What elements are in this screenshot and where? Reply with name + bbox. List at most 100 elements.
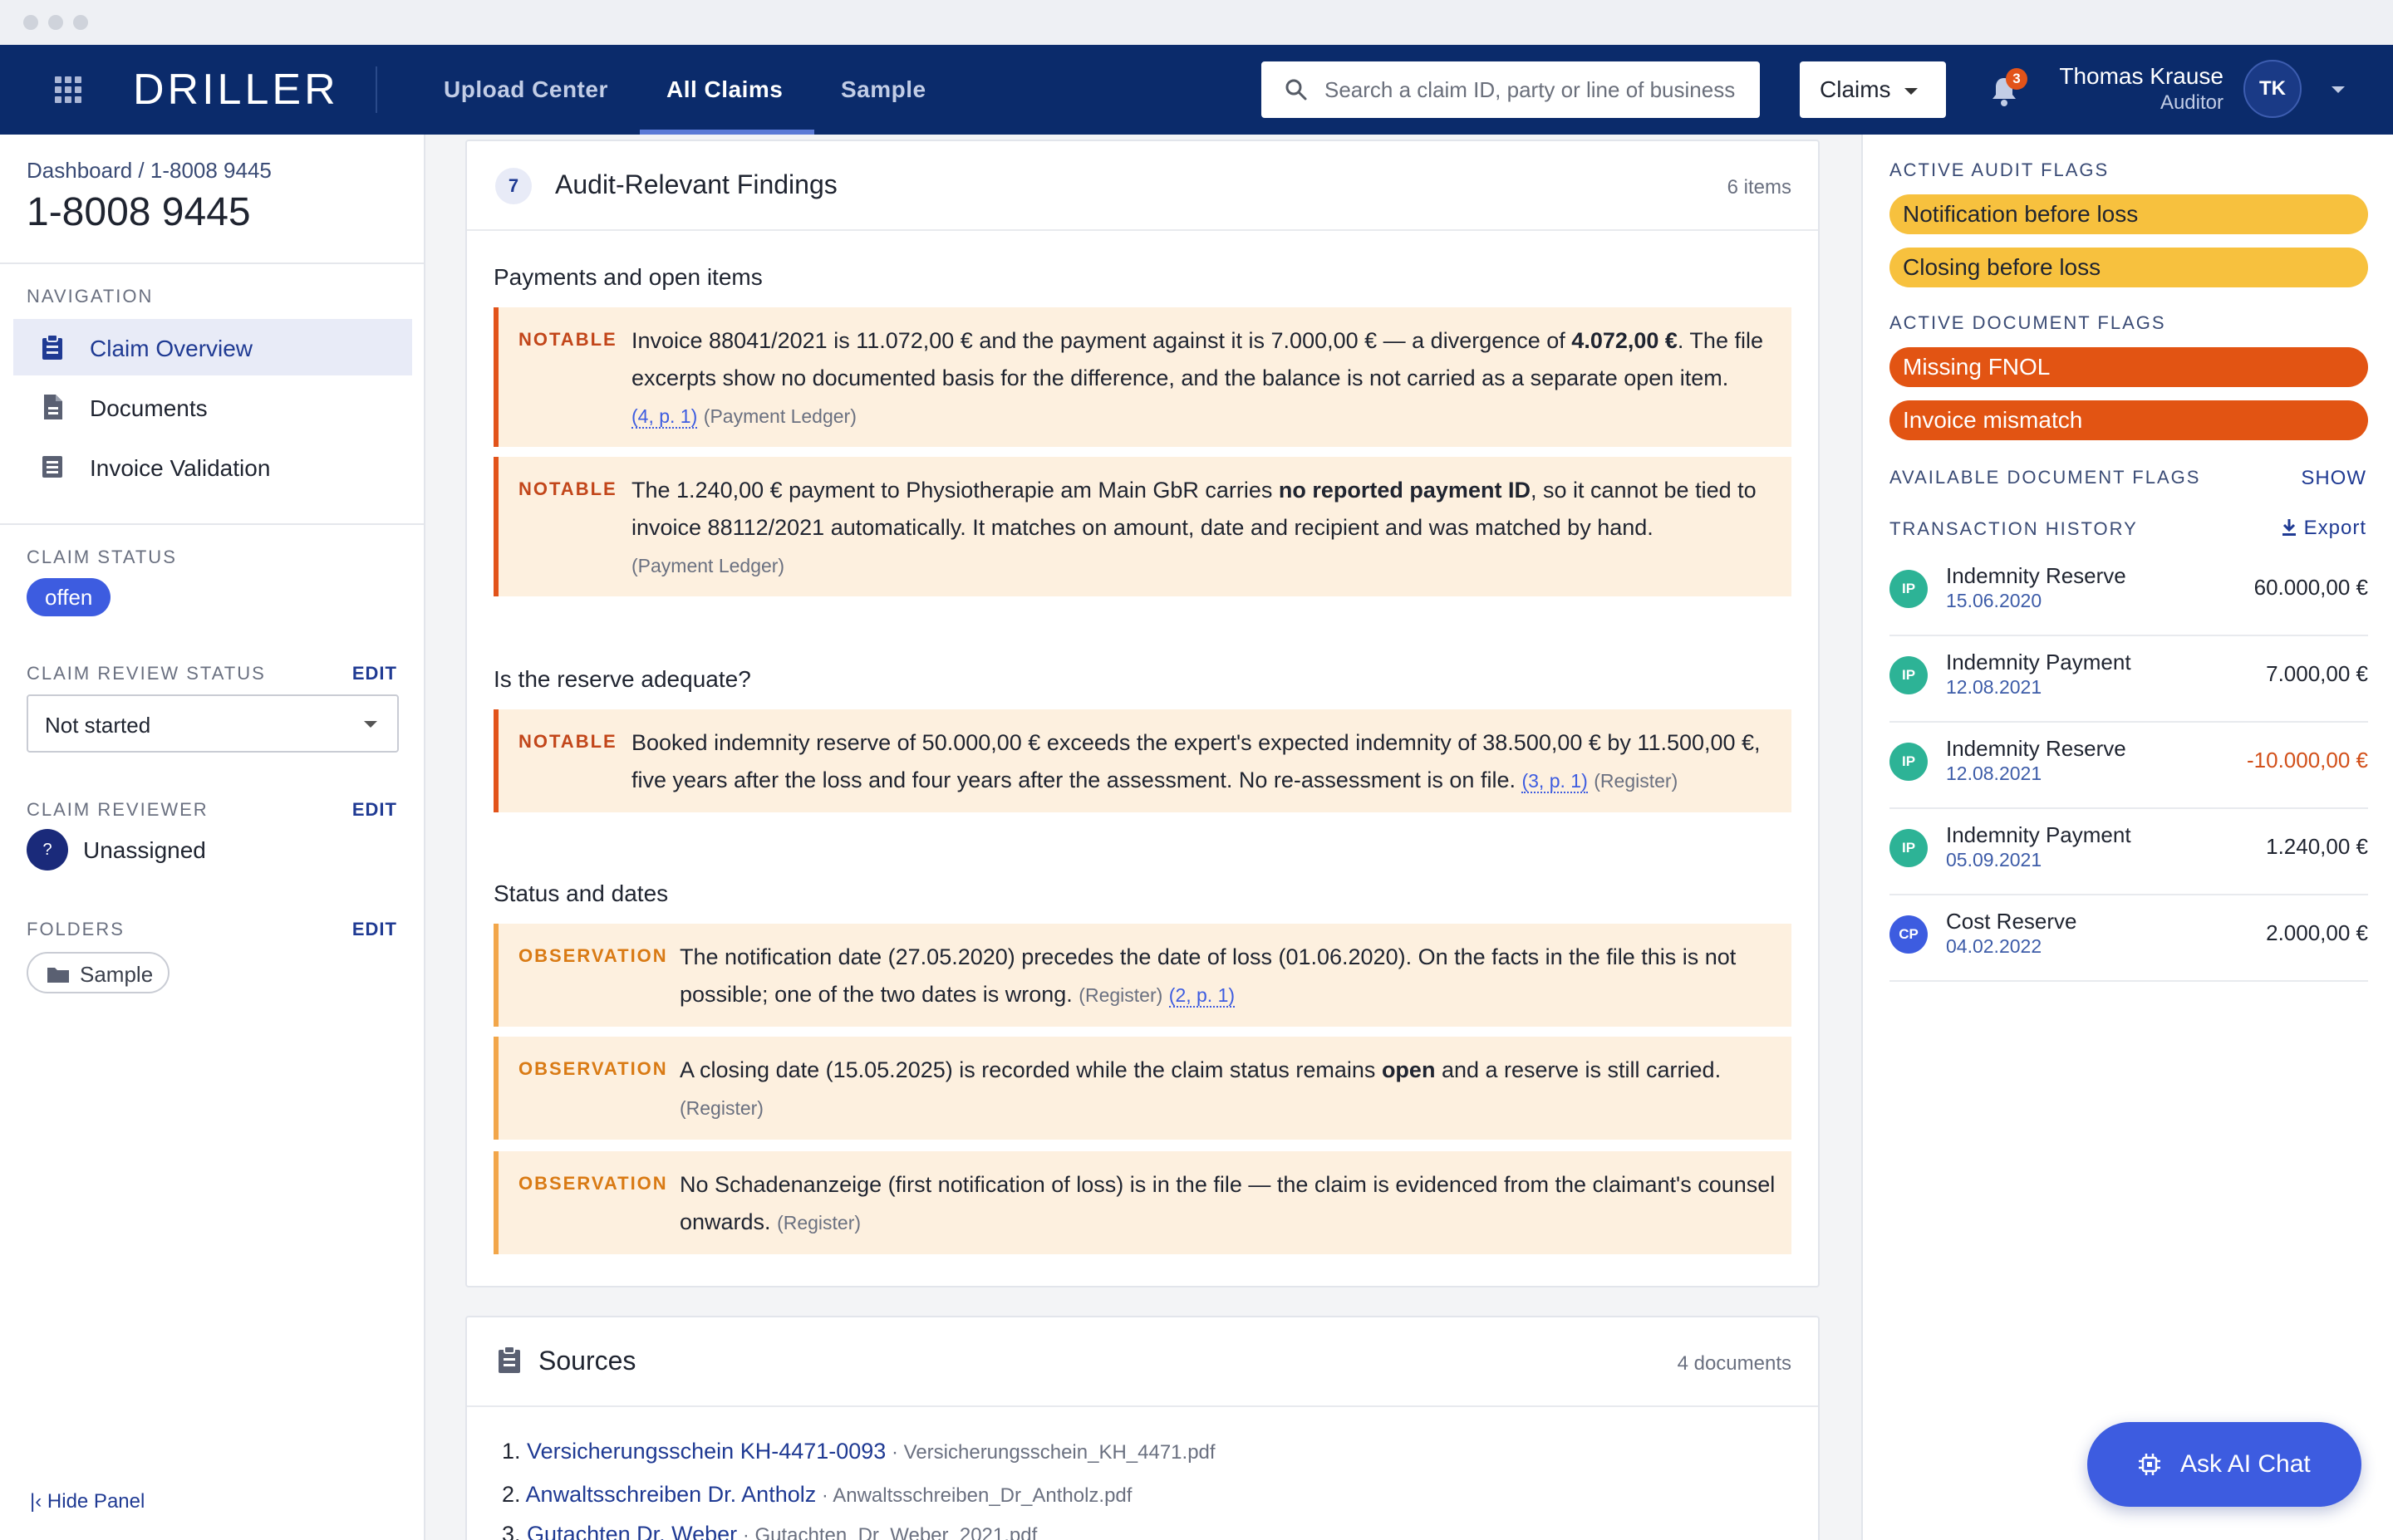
findings-count: 6 items [1727, 176, 1791, 199]
sidebar-item-claim-overview[interactable]: Claim Overview [13, 319, 412, 375]
transaction-type: Indemnity Payment [1946, 650, 2131, 674]
review-status-select[interactable]: Not started [27, 694, 399, 753]
edit-reviewer-button[interactable]: EDIT [352, 799, 397, 821]
transaction-amount: 2.000,00 € [2266, 920, 2368, 945]
review-status-value: Not started [45, 713, 151, 738]
claim-status-badge: offen [27, 578, 111, 616]
list-icon [42, 456, 62, 478]
transaction-amount: 60.000,00 € [2253, 575, 2368, 600]
transaction-type-badge: IP [1889, 829, 1928, 867]
transaction-row[interactable]: IP Indemnity Payment 05.09.2021 1.240,00… [1889, 809, 2368, 895]
top-navbar: DRILLER Upload Center All Claims Sample … [0, 45, 2393, 135]
nav-divider [376, 66, 377, 113]
show-flags-button[interactable]: SHOW [2301, 467, 2366, 490]
audit-flag[interactable]: Closing before loss [1889, 248, 2368, 287]
ask-ai-chat-button[interactable]: Ask AI Chat [2087, 1422, 2361, 1507]
finding-text: The notification date (27.05.2020) prece… [680, 944, 1737, 1008]
user-menu-chevron-icon[interactable] [2332, 86, 2345, 93]
search-input[interactable] [1324, 61, 1748, 118]
chip-icon [2139, 1454, 2160, 1475]
transaction-date: 04.02.2022 [1946, 935, 2042, 957]
audit-flags-label: ACTIVE AUDIT FLAGS [1889, 159, 2110, 180]
finding-item: OBSERVATION No Schadenanzeige (first not… [494, 1151, 1791, 1254]
sidebar-item-documents[interactable]: Documents [13, 379, 412, 435]
reviewer-label: CLAIM REVIEWER [27, 799, 209, 820]
finding-tag: OBSERVATION [518, 1173, 668, 1194]
transaction-amount: 1.240,00 € [2266, 834, 2368, 859]
finding-tag: NOTABLE [518, 329, 617, 350]
source-item: 2. Anwaltsschreiben Dr. Antholz · Anwalt… [502, 1482, 1133, 1507]
group-title-status-dates: Status and dates [494, 880, 669, 906]
transaction-type-badge: IP [1889, 570, 1928, 608]
app-grid-icon[interactable] [55, 76, 81, 103]
nav-sample[interactable]: Sample [841, 45, 926, 135]
window-chrome [0, 0, 2393, 45]
finding-source-ref: (Register) [777, 1212, 862, 1233]
export-button[interactable]: Export [2281, 517, 2366, 540]
folder-chip[interactable]: Sample [27, 952, 170, 993]
findings-header: 7 Audit-Relevant Findings 6 items [467, 141, 1818, 231]
sidebar-item-label: Claim Overview [90, 336, 253, 361]
document-flag[interactable]: Missing FNOL [1889, 347, 2368, 387]
transaction-type: Indemnity Payment [1946, 822, 2131, 847]
finding-item: NOTABLE Invoice 88041/2021 is 11.072,00 … [494, 307, 1791, 447]
download-icon [2282, 519, 2296, 536]
user-role: Auditor [2160, 91, 2223, 114]
finding-source-ref: (Register) [1594, 770, 1678, 792]
transaction-type-badge: IP [1889, 743, 1928, 781]
left-panel: Dashboard / 1-8008 9445 1-8008 9445 NAVI… [0, 135, 425, 1540]
nav-all-claims[interactable]: All Claims [666, 45, 783, 135]
reviewer-name: Unassigned [83, 837, 206, 863]
edit-folders-button[interactable]: EDIT [352, 919, 397, 940]
finding-citation-link[interactable]: (3, p. 1) [1521, 770, 1588, 793]
transaction-row[interactable]: IP Indemnity Reserve 15.06.2020 60.000,0… [1889, 550, 2368, 636]
sidebar-item-invoice-validation[interactable]: Invoice Validation [13, 439, 412, 495]
user-avatar[interactable]: TK [2243, 60, 2302, 118]
finding-text: No Schadenanzeige (first notification of… [680, 1172, 1776, 1234]
transaction-row[interactable]: IP Indemnity Reserve 12.08.2021 -10.000,… [1889, 723, 2368, 809]
nav-upload-center[interactable]: Upload Center [444, 45, 608, 135]
transaction-row[interactable]: IP Indemnity Payment 12.08.2021 7.000,00… [1889, 636, 2368, 723]
transaction-amount: 7.000,00 € [2266, 661, 2368, 686]
transaction-amount: -10.000,00 € [2246, 748, 2368, 772]
transaction-history-label: TRANSACTION HISTORY [1889, 518, 2138, 539]
findings-title: Audit-Relevant Findings [555, 169, 838, 199]
finding-item: NOTABLE Booked indemnity reserve of 50.0… [494, 709, 1791, 812]
document-flag[interactable]: Invoice mismatch [1889, 400, 2368, 440]
transaction-type-badge: CP [1889, 915, 1928, 954]
window-dot-close[interactable] [23, 15, 38, 30]
hide-panel-button[interactable]: |‹ Hide Panel [30, 1490, 145, 1513]
finding-source-ref: (Payment Ledger) [631, 555, 785, 576]
breadcrumb[interactable]: Dashboard / 1-8008 9445 [27, 158, 272, 184]
finding-citation-link[interactable]: (4, p. 1) [631, 405, 698, 429]
group-title-payments: Payments and open items [494, 264, 763, 290]
audit-flag[interactable]: Notification before loss [1889, 194, 2368, 234]
source-link[interactable]: Gutachten Dr. Weber [527, 1522, 737, 1540]
scope-select[interactable]: Claims [1800, 61, 1946, 118]
finding-item: OBSERVATION A closing date (15.05.2025) … [494, 1037, 1791, 1140]
findings-card: 7 Audit-Relevant Findings 6 items Paymen… [465, 140, 1820, 1287]
folder-icon [47, 968, 69, 983]
navigation-label: NAVIGATION [27, 286, 154, 307]
right-panel: ACTIVE AUDIT FLAGS Notification before l… [1861, 135, 2393, 1540]
window-dot-maximize[interactable] [73, 15, 88, 30]
finding-tag: OBSERVATION [518, 945, 668, 966]
divider [0, 262, 424, 264]
transaction-row[interactable]: CP Cost Reserve 04.02.2022 2.000,00 € [1889, 895, 2368, 982]
transaction-type: Cost Reserve [1946, 909, 2077, 934]
finding-tag: OBSERVATION [518, 1058, 668, 1079]
divider [0, 523, 424, 525]
app-logo[interactable]: DRILLER [133, 65, 339, 115]
source-link[interactable]: Versicherungsschein KH-4471-0093 [527, 1439, 886, 1464]
available-flags-label: AVAILABLE DOCUMENT FLAGS [1889, 467, 2201, 488]
window-dot-minimize[interactable] [48, 15, 63, 30]
source-link[interactable]: Anwaltsschreiben Dr. Antholz [526, 1482, 817, 1507]
finding-citation-link[interactable]: (2, p. 1) [1168, 984, 1236, 1008]
transaction-type-badge: IP [1889, 656, 1928, 694]
edit-review-status-button[interactable]: EDIT [352, 663, 397, 684]
user-name: Thomas Krause [2059, 63, 2223, 89]
finding-item: OBSERVATION The notification date (27.05… [494, 924, 1791, 1027]
search-box[interactable] [1261, 61, 1760, 118]
search-icon [1285, 79, 1307, 101]
transaction-date: 05.09.2021 [1946, 849, 2042, 871]
